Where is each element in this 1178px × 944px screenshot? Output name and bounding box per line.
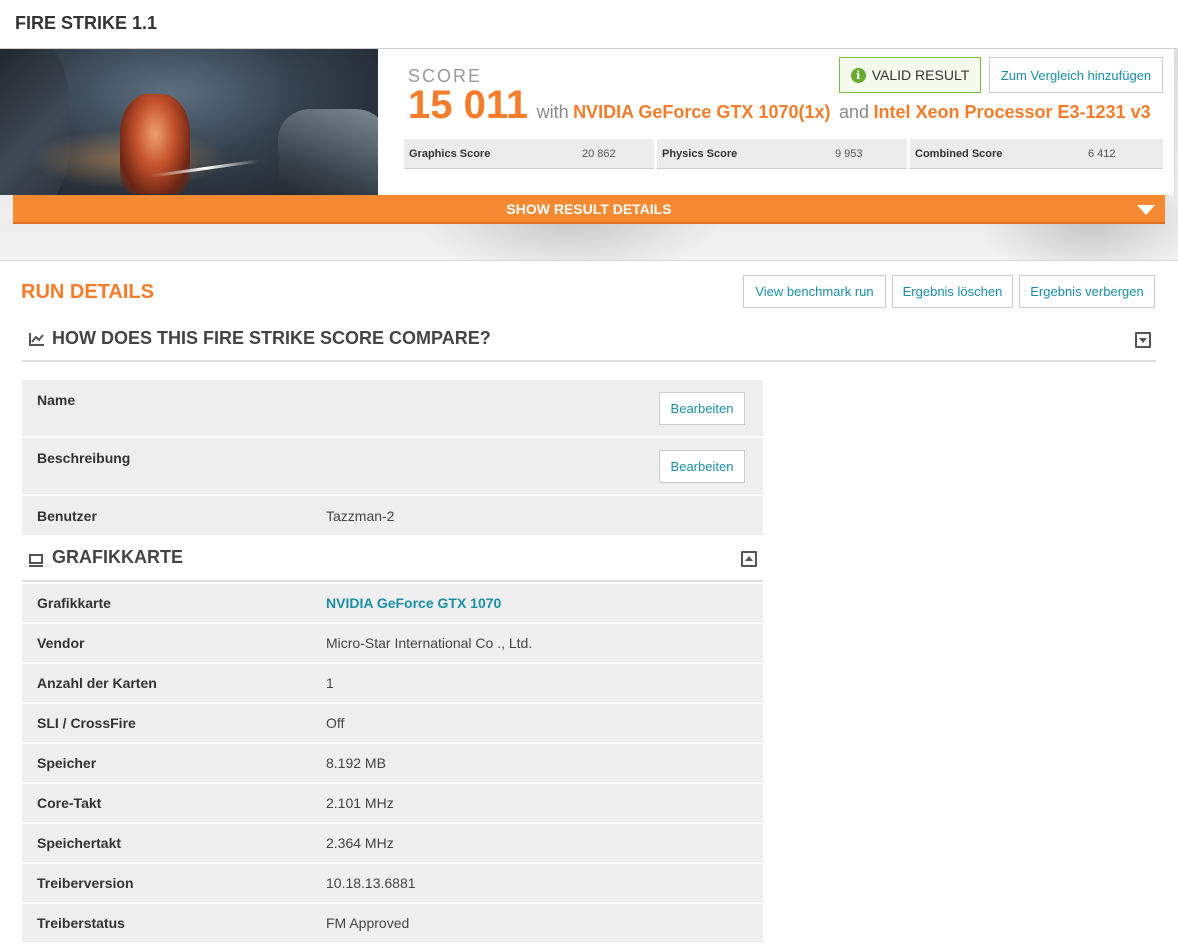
row-value: Micro-Star International Co ., Ltd. (326, 635, 533, 651)
show-result-details-label: SHOW RESULT DETAILS (506, 201, 672, 217)
score-gpu-name: NVIDIA GeForce GTX 1070(1x) (573, 102, 831, 122)
row-key: Speichertakt (37, 835, 122, 851)
score-and-text: and (838, 102, 869, 122)
row-key: Benutzer (37, 508, 97, 524)
top-bar: FIRE STRIKE 1.1 (0, 0, 1178, 49)
physics-score: Physics Score 9 953 (657, 139, 907, 169)
combined-score: Combined Score 6 412 (910, 139, 1163, 169)
expand-toggle-icon[interactable] (1135, 332, 1151, 348)
row-value: 1 (326, 675, 334, 691)
row-key: Core-Takt (37, 795, 102, 811)
subscores: Graphics Score 20 862 Physics Score 9 95… (404, 139, 1163, 169)
row-value: 10.18.13.6881 (326, 875, 416, 891)
subscore-label: Graphics Score (409, 148, 491, 160)
subscore-value: 20 862 (582, 148, 616, 160)
artwork-figure (120, 94, 190, 194)
subscore-label: Combined Score (915, 148, 1003, 160)
row-key: Speicher (37, 755, 97, 771)
gpu-row: SLI / CrossFire Off (22, 704, 763, 742)
gpu-section-header[interactable]: GRAFIKKARTE (22, 537, 763, 582)
collapse-toggle-icon[interactable] (741, 551, 757, 567)
row-key: SLI / CrossFire (37, 715, 136, 731)
gpu-row: Grafikkarte NVIDIA GeForce GTX 1070 (22, 584, 763, 622)
row-key: Name (37, 392, 76, 408)
add-to-compare-button[interactable]: Zum Vergleich hinzufügen (989, 57, 1163, 93)
row-value: 2.364 MHz (326, 835, 394, 851)
edit-name-button[interactable]: Bearbeiten (659, 392, 745, 425)
score-cpu-name: Intel Xeon Processor E3-1231 v3 (873, 102, 1151, 122)
show-result-details-button[interactable]: SHOW RESULT DETAILS (13, 195, 1165, 224)
subscore-value: 6 412 (1088, 148, 1116, 160)
edit-description-button[interactable]: Bearbeiten (659, 450, 745, 483)
fire-strike-artwork (0, 49, 378, 195)
gpu-row: Vendor Micro-Star International Co ., Lt… (22, 624, 763, 662)
view-benchmark-run-button[interactable]: View benchmark run (743, 275, 886, 308)
monitor-icon (29, 554, 43, 567)
row-value: Tazzman-2 (326, 508, 395, 524)
gpu-link[interactable]: NVIDIA GeForce GTX 1070 (326, 595, 501, 611)
info-row-description: Beschreibung Bearbeiten (22, 438, 763, 494)
artwork-ruin (278, 109, 378, 195)
row-key: Treiberstatus (37, 915, 125, 931)
line-chart-icon (29, 333, 44, 346)
score-with-text: with (536, 102, 569, 122)
compare-section-title: HOW DOES THIS FIRE STRIKE SCORE COMPARE? (52, 328, 491, 348)
chevron-down-icon (1137, 205, 1155, 215)
info-row-user: Benutzer Tazzman-2 (22, 496, 763, 535)
gpu-row: Speichertakt 2.364 MHz (22, 824, 763, 862)
delete-result-button[interactable]: Ergebnis löschen (892, 275, 1013, 308)
info-row-name: Name Bearbeiten (22, 380, 763, 436)
gpu-row: Core-Takt 2.101 MHz (22, 784, 763, 822)
score-value: 15 011 (408, 83, 529, 127)
valid-result-badge: i VALID RESULT (839, 57, 981, 93)
gpu-section-title: GRAFIKKARTE (52, 547, 183, 567)
row-key: Vendor (37, 635, 85, 651)
row-key: Beschreibung (37, 450, 131, 466)
page-title: FIRE STRIKE 1.1 (15, 13, 158, 33)
valid-result-label: VALID RESULT (871, 67, 970, 83)
row-key: Treiberversion (37, 875, 134, 891)
subscore-label: Physics Score (662, 148, 738, 160)
gpu-row: Treiberversion 10.18.13.6881 (22, 864, 763, 902)
score-card: SCORE 15 011 with NVIDIA GeForce GTX 107… (0, 49, 1175, 195)
row-key: Anzahl der Karten (37, 675, 157, 691)
graphics-score: Graphics Score 20 862 (404, 139, 654, 169)
row-key: Grafikkarte (37, 595, 111, 611)
info-icon: i (850, 67, 866, 83)
row-value: Off (326, 715, 345, 731)
row-value: 8.192 MB (326, 755, 386, 771)
hide-result-button[interactable]: Ergebnis verbergen (1019, 275, 1155, 308)
gpu-row: Anzahl der Karten 1 (22, 664, 763, 702)
compare-section-header[interactable]: HOW DOES THIS FIRE STRIKE SCORE COMPARE? (22, 318, 1156, 362)
row-value: 2.101 MHz (326, 795, 394, 811)
subscore-value: 9 953 (835, 148, 863, 160)
row-value: FM Approved (326, 915, 410, 931)
gpu-row: Speicher 8.192 MB (22, 744, 763, 782)
gpu-row: Treiberstatus FM Approved (22, 904, 763, 942)
run-details-title: RUN DETAILS (21, 281, 154, 303)
